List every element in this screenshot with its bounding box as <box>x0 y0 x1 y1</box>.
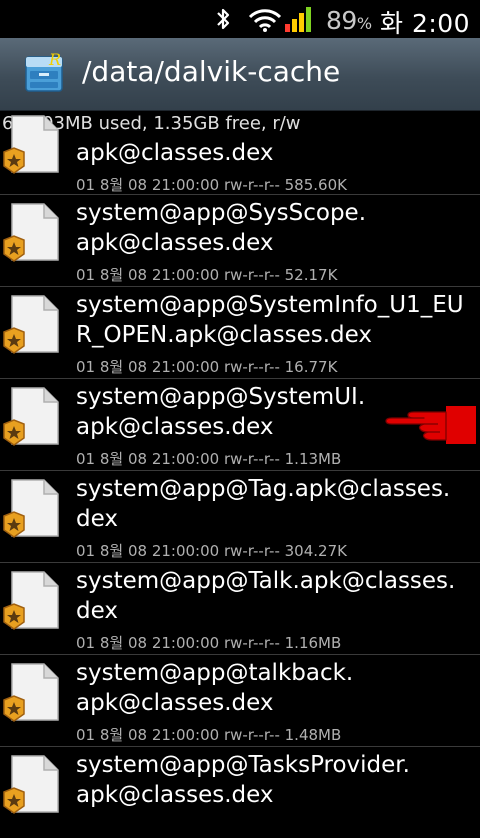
file-name-line2: apk@classes.dex <box>76 690 274 716</box>
bluetooth-icon <box>217 8 230 30</box>
wifi-icon <box>248 9 282 32</box>
dex-file-icon <box>3 755 59 814</box>
signal-icon <box>285 7 311 32</box>
file-name-line1: system@app@Talk.apk@classes. <box>76 568 456 594</box>
list-item[interactable]: apk@classes.dex 01 8월 08 21:00:00 rw-r--… <box>0 115 480 195</box>
dex-file-icon <box>3 479 59 538</box>
title-bar: R /data/dalvik-cache <box>0 38 480 111</box>
file-name-line2: dex <box>76 506 118 532</box>
file-name: apk@classes.dex <box>76 140 274 166</box>
file-name-line2: apk@classes.dex <box>76 782 274 808</box>
file-name-line2: dex <box>76 598 118 624</box>
file-name-line1: system@app@talkback. <box>76 660 354 686</box>
file-meta: 01 8월 08 21:00:00 rw-r--r-- 52.17K <box>76 266 338 284</box>
dex-file-icon <box>3 203 59 262</box>
file-meta: 01 8월 08 21:00:00 rw-r--r-- 1.48MB <box>76 726 342 744</box>
list-item[interactable]: system@app@Tag.apk@classes. dex 01 8월 08… <box>0 470 480 563</box>
file-manager-icon[interactable]: R <box>22 51 68 97</box>
dex-file-icon <box>3 115 59 174</box>
current-path: /data/dalvik-cache <box>82 55 341 88</box>
file-name-line1: system@app@Tag.apk@classes. <box>76 476 451 502</box>
dex-file-icon <box>3 663 59 722</box>
file-name-line2: apk@classes.dex <box>76 230 274 256</box>
file-name-line2: R_OPEN.apk@classes.dex <box>76 322 373 348</box>
file-meta: 01 8월 08 21:00:00 rw-r--r-- 1.13MB <box>76 450 342 468</box>
file-meta: 01 8월 08 21:00:00 rw-r--r-- 1.16MB <box>76 634 342 652</box>
file-meta: 01 8월 08 21:00:00 rw-r--r-- 16.77K <box>76 358 338 376</box>
battery-percent: 89% <box>326 6 372 35</box>
clock: 화 2:00 <box>380 9 471 38</box>
file-name-line2: apk@classes.dex <box>76 414 274 440</box>
file-name-line1: system@app@TasksProvider. <box>76 752 410 778</box>
list-item[interactable]: system@app@SysScope. apk@classes.dex 01 … <box>0 194 480 287</box>
file-meta: 01 8월 08 21:00:00 rw-r--r-- 585.60K <box>76 176 347 194</box>
list-item[interactable]: system@app@SystemInfo_U1_EU R_OPEN.apk@c… <box>0 286 480 379</box>
file-meta: 01 8월 08 21:00:00 rw-r--r-- 304.27K <box>76 542 347 560</box>
svg-text:R: R <box>48 51 61 69</box>
dex-file-icon <box>3 571 59 630</box>
list-item[interactable]: system@app@Talk.apk@classes. dex 01 8월 0… <box>0 562 480 655</box>
file-name-line1: system@app@SystemUI. <box>76 384 366 410</box>
file-name-line1: system@app@SystemInfo_U1_EU <box>76 292 464 318</box>
list-item[interactable]: system@app@talkback. apk@classes.dex 01 … <box>0 654 480 747</box>
file-name-line1: system@app@SysScope. <box>76 200 367 226</box>
dex-file-icon <box>3 387 59 446</box>
dex-file-icon <box>3 295 59 354</box>
status-bar: 89% 화 2:00 <box>0 0 480 38</box>
pointing-hand-icon <box>385 406 476 444</box>
list-item[interactable]: system@app@TasksProvider. apk@classes.de… <box>0 746 480 838</box>
